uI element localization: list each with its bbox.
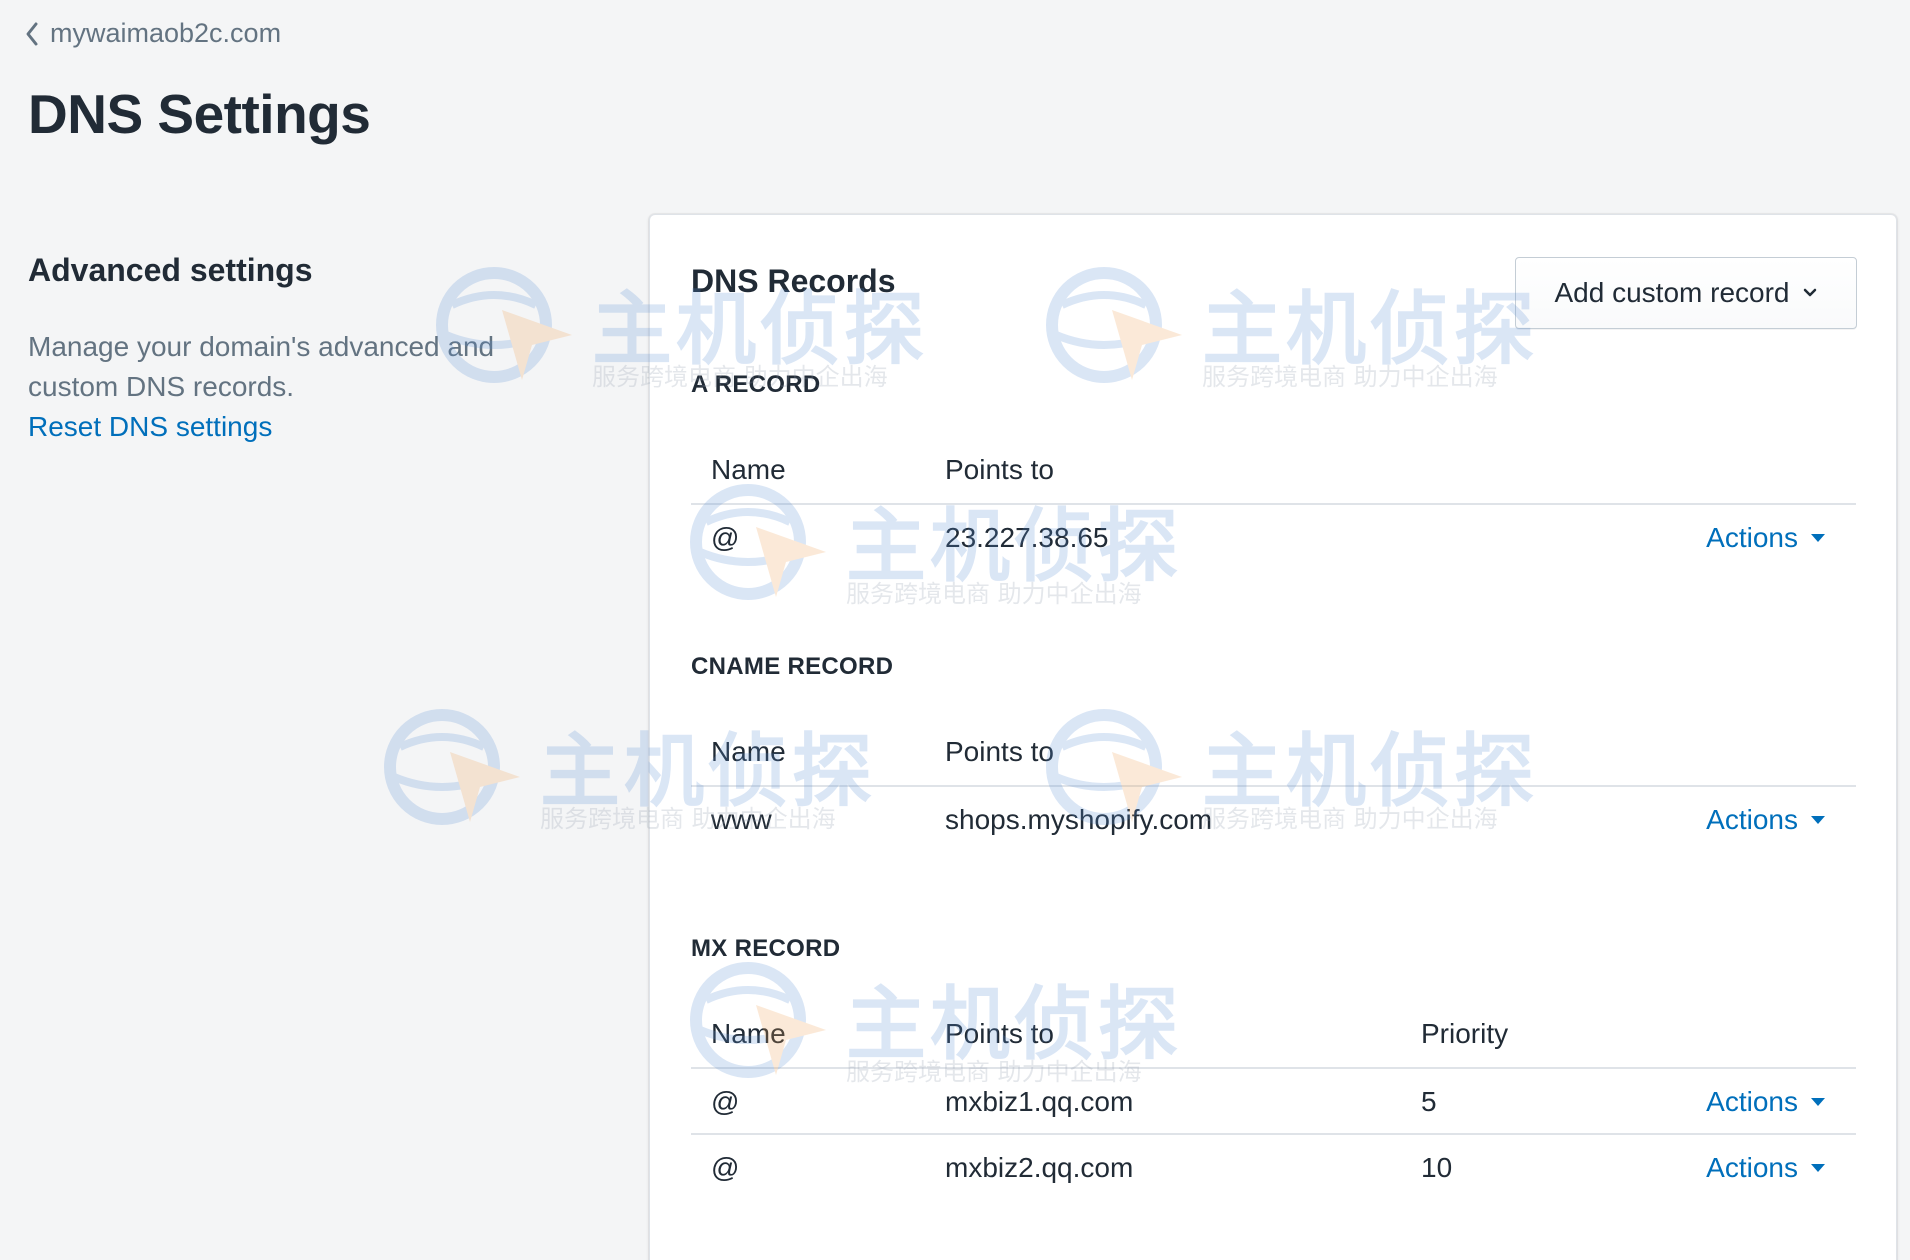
record-name: @ <box>711 1152 740 1183</box>
caret-down-icon <box>1811 1164 1825 1172</box>
actions-dropdown[interactable]: Actions <box>1706 1135 1826 1201</box>
dns-records-card: DNS Records Add custom record A RECORD N… <box>649 214 1897 1260</box>
record-priority: 5 <box>1421 1086 1437 1117</box>
watermark-globe-icon <box>384 709 520 825</box>
mx-record-table: Name Points to Priority @ mxbiz1.qq.com … <box>691 999 1856 1201</box>
column-name: Name <box>711 454 786 485</box>
actions-label: Actions <box>1706 522 1798 553</box>
table-row: www shops.myshopify.com Actions <box>691 787 1856 853</box>
advanced-settings-section: Advanced settings Manage your domain's a… <box>28 252 588 447</box>
actions-dropdown[interactable]: Actions <box>1706 787 1826 853</box>
table-row: @ mxbiz1.qq.com 5 Actions <box>691 1069 1856 1135</box>
column-priority: Priority <box>1421 1018 1509 1049</box>
record-name: www <box>711 804 772 835</box>
record-points-to: mxbiz2.qq.com <box>945 1152 1134 1183</box>
mx-record-label: MX RECORD <box>691 935 841 962</box>
column-name: Name <box>711 1018 786 1049</box>
cname-record-label: CNAME RECORD <box>691 653 894 680</box>
actions-label: Actions <box>1706 1086 1798 1117</box>
actions-label: Actions <box>1706 1152 1798 1183</box>
breadcrumb-label: mywaimaob2c.com <box>50 18 282 48</box>
record-name: @ <box>711 1086 740 1117</box>
table-header: Name Points to <box>691 435 1856 505</box>
chevron-left-icon <box>26 22 38 45</box>
table-row: @ mxbiz2.qq.com 10 Actions <box>691 1135 1856 1201</box>
chevron-down-icon <box>1803 288 1816 297</box>
actions-dropdown[interactable]: Actions <box>1706 1069 1826 1135</box>
add-custom-record-button[interactable]: Add custom record <box>1515 257 1857 329</box>
caret-down-icon <box>1811 534 1825 542</box>
column-name: Name <box>711 736 786 767</box>
a-record-label: A RECORD <box>691 371 821 398</box>
add-custom-record-label: Add custom record <box>1554 277 1790 308</box>
cname-record-table: Name Points to www shops.myshopify.com A… <box>691 717 1856 853</box>
advanced-settings-heading: Advanced settings <box>28 252 313 288</box>
caret-down-icon <box>1811 1098 1825 1106</box>
record-points-to: 23.227.38.65 <box>945 522 1109 553</box>
record-points-to: mxbiz1.qq.com <box>945 1086 1134 1117</box>
reset-dns-link[interactable]: Reset DNS settings <box>28 407 272 447</box>
dns-records-title: DNS Records <box>691 263 896 299</box>
breadcrumb[interactable]: mywaimaob2c.com <box>24 18 281 49</box>
column-points-to: Points to <box>945 1018 1054 1049</box>
caret-down-icon <box>1811 816 1825 824</box>
table-header: Name Points to Priority <box>691 999 1856 1069</box>
advanced-settings-description: Manage your domain's advanced and custom… <box>28 331 495 402</box>
record-points-to: shops.myshopify.com <box>945 804 1213 835</box>
record-name: @ <box>711 522 740 553</box>
record-priority: 10 <box>1421 1152 1453 1183</box>
column-points-to: Points to <box>945 454 1054 485</box>
actions-dropdown[interactable]: Actions <box>1706 505 1826 571</box>
page-title: DNS Settings <box>28 83 371 145</box>
table-header: Name Points to <box>691 717 1856 787</box>
table-row: @ 23.227.38.65 Actions <box>691 505 1856 571</box>
a-record-table: Name Points to @ 23.227.38.65 Actions <box>691 435 1856 571</box>
column-points-to: Points to <box>945 736 1054 767</box>
actions-label: Actions <box>1706 804 1798 835</box>
